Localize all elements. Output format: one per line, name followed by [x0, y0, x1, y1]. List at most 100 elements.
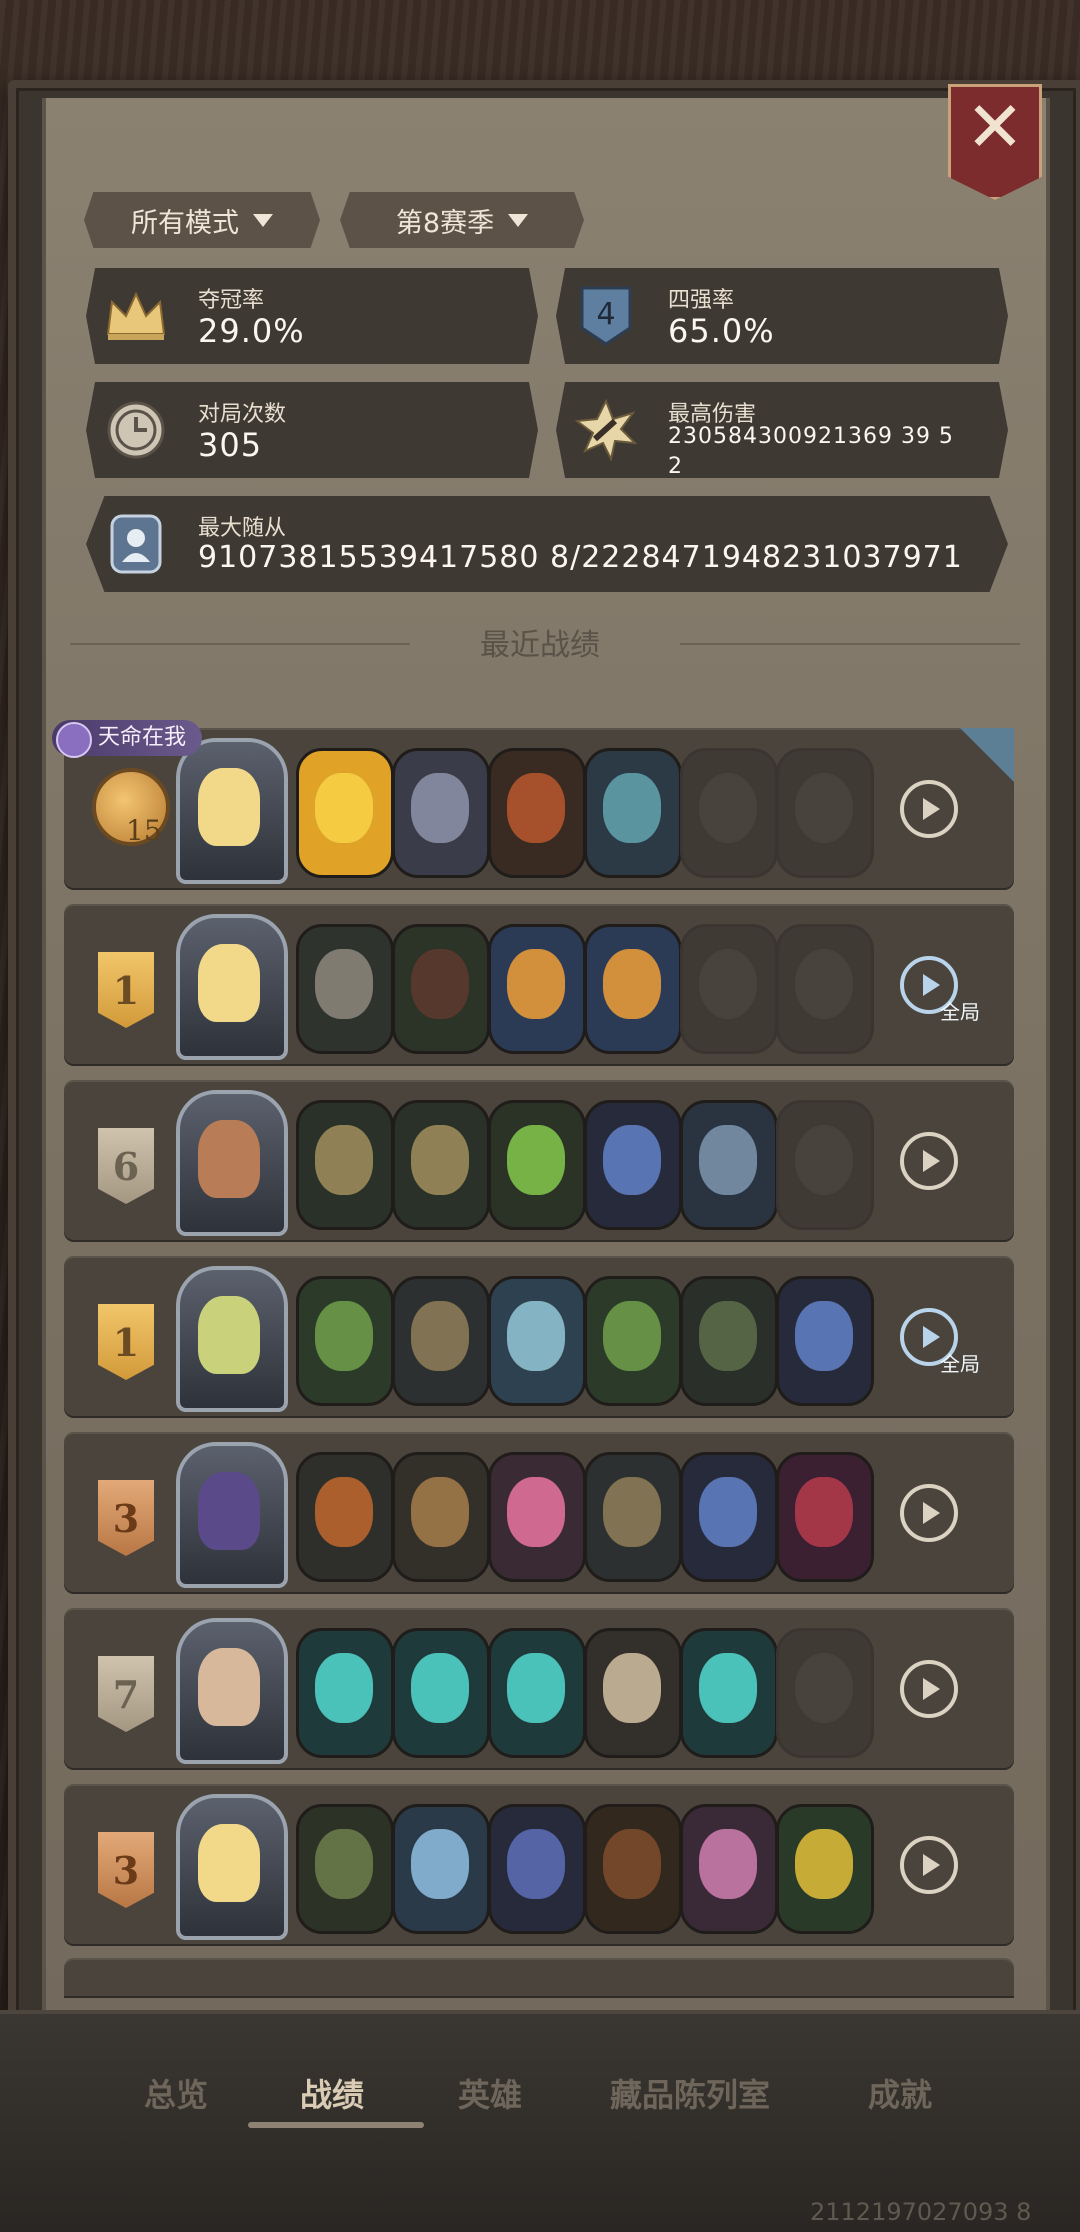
- match-row[interactable]: 6: [64, 1080, 1014, 1242]
- close-button[interactable]: ✕: [948, 84, 1042, 200]
- crown-icon: [86, 268, 186, 364]
- minion-card[interactable]: [392, 1276, 490, 1406]
- minion-card[interactable]: [776, 1804, 874, 1934]
- minion-card[interactable]: [296, 1276, 394, 1406]
- minion-card[interactable]: [392, 748, 490, 878]
- top4-shield-icon: 4: [556, 268, 656, 364]
- match-row[interactable]: 3: [64, 1784, 1014, 1946]
- minion-card[interactable]: [680, 1628, 778, 1758]
- replay-button[interactable]: [900, 1660, 958, 1718]
- match-row[interactable]: 1 全局: [64, 904, 1014, 1066]
- stat-value: 91073815539417580 8/2228471948231037971: [198, 540, 963, 575]
- minion-card[interactable]: [488, 1804, 586, 1934]
- minion-card[interactable]: [680, 1276, 778, 1406]
- minion-card[interactable]: [392, 1100, 490, 1230]
- minion-card[interactable]: [584, 1100, 682, 1230]
- stat-label: 四强率: [668, 288, 735, 313]
- hero-portrait[interactable]: [176, 738, 288, 884]
- replay-button[interactable]: [900, 780, 958, 838]
- minion-card[interactable]: [296, 1628, 394, 1758]
- minion-card[interactable]: [584, 1804, 682, 1934]
- minion-card[interactable]: [488, 1276, 586, 1406]
- minion-card[interactable]: [584, 1276, 682, 1406]
- stat-win-rate: 夺冠率 29.0%: [86, 268, 538, 364]
- stat-value: 305: [198, 426, 263, 464]
- play-icon: [923, 1502, 940, 1524]
- minion-card[interactable]: [296, 1452, 394, 1582]
- season-dropdown[interactable]: 第8赛季: [340, 192, 584, 248]
- stat-games: 对局次数 305: [86, 382, 538, 478]
- minion-card[interactable]: [392, 924, 490, 1054]
- minion-card[interactable]: [488, 748, 586, 878]
- stat-max-damage: 最高伤害 230584300921369 39 52: [556, 382, 1008, 478]
- hero-portrait[interactable]: [176, 1090, 288, 1236]
- match-row[interactable]: 1 全局: [64, 1256, 1014, 1418]
- minion-portrait-icon: [86, 496, 186, 592]
- play-icon: [923, 1678, 940, 1700]
- replay-button[interactable]: [900, 1132, 958, 1190]
- stat-top4-rate: 4 四强率 65.0%: [556, 268, 1008, 364]
- hero-portrait[interactable]: [176, 914, 288, 1060]
- hero-portrait[interactable]: [176, 1266, 288, 1412]
- hero-portrait[interactable]: [176, 1442, 288, 1588]
- minion-card[interactable]: [392, 1628, 490, 1758]
- tab-heroes[interactable]: 英雄: [458, 2070, 522, 2116]
- minion-card[interactable]: [776, 1452, 874, 1582]
- timer-value: 15: [126, 814, 162, 847]
- play-icon: [923, 1854, 940, 1876]
- close-icon: ✕: [965, 86, 1025, 168]
- tab-overview[interactable]: 总览: [144, 2070, 208, 2116]
- replay-button[interactable]: [900, 1836, 958, 1894]
- chevron-down-icon: [508, 213, 529, 227]
- minion-card[interactable]: [680, 1100, 778, 1230]
- tab-achievements[interactable]: 成就: [868, 2070, 932, 2116]
- minion-card[interactable]: [584, 748, 682, 878]
- minion-slot-empty: [680, 748, 778, 878]
- play-icon: [923, 1150, 940, 1172]
- replay-full-label: 全局: [940, 1352, 980, 1376]
- minion-card[interactable]: [776, 1276, 874, 1406]
- stat-max-minion: 最大随从 91073815539417580 8/222847194823103…: [86, 496, 1008, 592]
- rank-badge: 3: [98, 1832, 154, 1908]
- active-tab-indicator: [248, 2122, 424, 2128]
- minion-slot-empty: [680, 924, 778, 1054]
- minion-card[interactable]: [296, 1100, 394, 1230]
- minion-card[interactable]: [488, 1628, 586, 1758]
- stat-value: 29.0%: [198, 312, 305, 350]
- tab-record[interactable]: 战绩: [300, 2070, 364, 2116]
- mode-dropdown[interactable]: 所有模式: [84, 192, 320, 248]
- minion-card[interactable]: [488, 1452, 586, 1582]
- trophy-icon: [56, 722, 92, 758]
- play-icon: [923, 798, 940, 820]
- minion-slot-empty: [776, 1100, 874, 1230]
- minion-card[interactable]: [488, 924, 586, 1054]
- minion-slot-empty: [776, 748, 874, 878]
- svg-text:4: 4: [596, 297, 615, 332]
- damage-burst-icon: [556, 382, 656, 478]
- minion-card[interactable]: [680, 1804, 778, 1934]
- minion-card[interactable]: [296, 1804, 394, 1934]
- chevron-down-icon: [253, 213, 273, 227]
- match-row[interactable]: [64, 1958, 1014, 1998]
- rank-badge: 7: [98, 1656, 154, 1732]
- stat-label: 最大随从: [198, 516, 287, 541]
- minion-card[interactable]: [680, 1452, 778, 1582]
- minion-card[interactable]: [488, 1100, 586, 1230]
- minion-card[interactable]: [584, 1628, 682, 1758]
- minion-card[interactable]: [392, 1452, 490, 1582]
- hero-portrait[interactable]: [176, 1618, 288, 1764]
- minion-card[interactable]: [584, 924, 682, 1054]
- minion-slot-empty: [776, 924, 874, 1054]
- replay-button[interactable]: [900, 1484, 958, 1542]
- hero-portrait[interactable]: [176, 1794, 288, 1940]
- minion-card[interactable]: [296, 924, 394, 1054]
- tab-collection[interactable]: 藏品陈列室: [610, 2070, 770, 2116]
- minion-card[interactable]: [584, 1452, 682, 1582]
- minion-card[interactable]: [296, 748, 394, 878]
- minion-card[interactable]: [392, 1804, 490, 1934]
- match-row[interactable]: 3: [64, 1432, 1014, 1594]
- match-row[interactable]: 15: [64, 728, 1014, 890]
- destiny-tag-label: 天命在我: [98, 725, 187, 750]
- match-row[interactable]: 7: [64, 1608, 1014, 1770]
- mode-dropdown-label: 所有模式: [131, 207, 239, 239]
